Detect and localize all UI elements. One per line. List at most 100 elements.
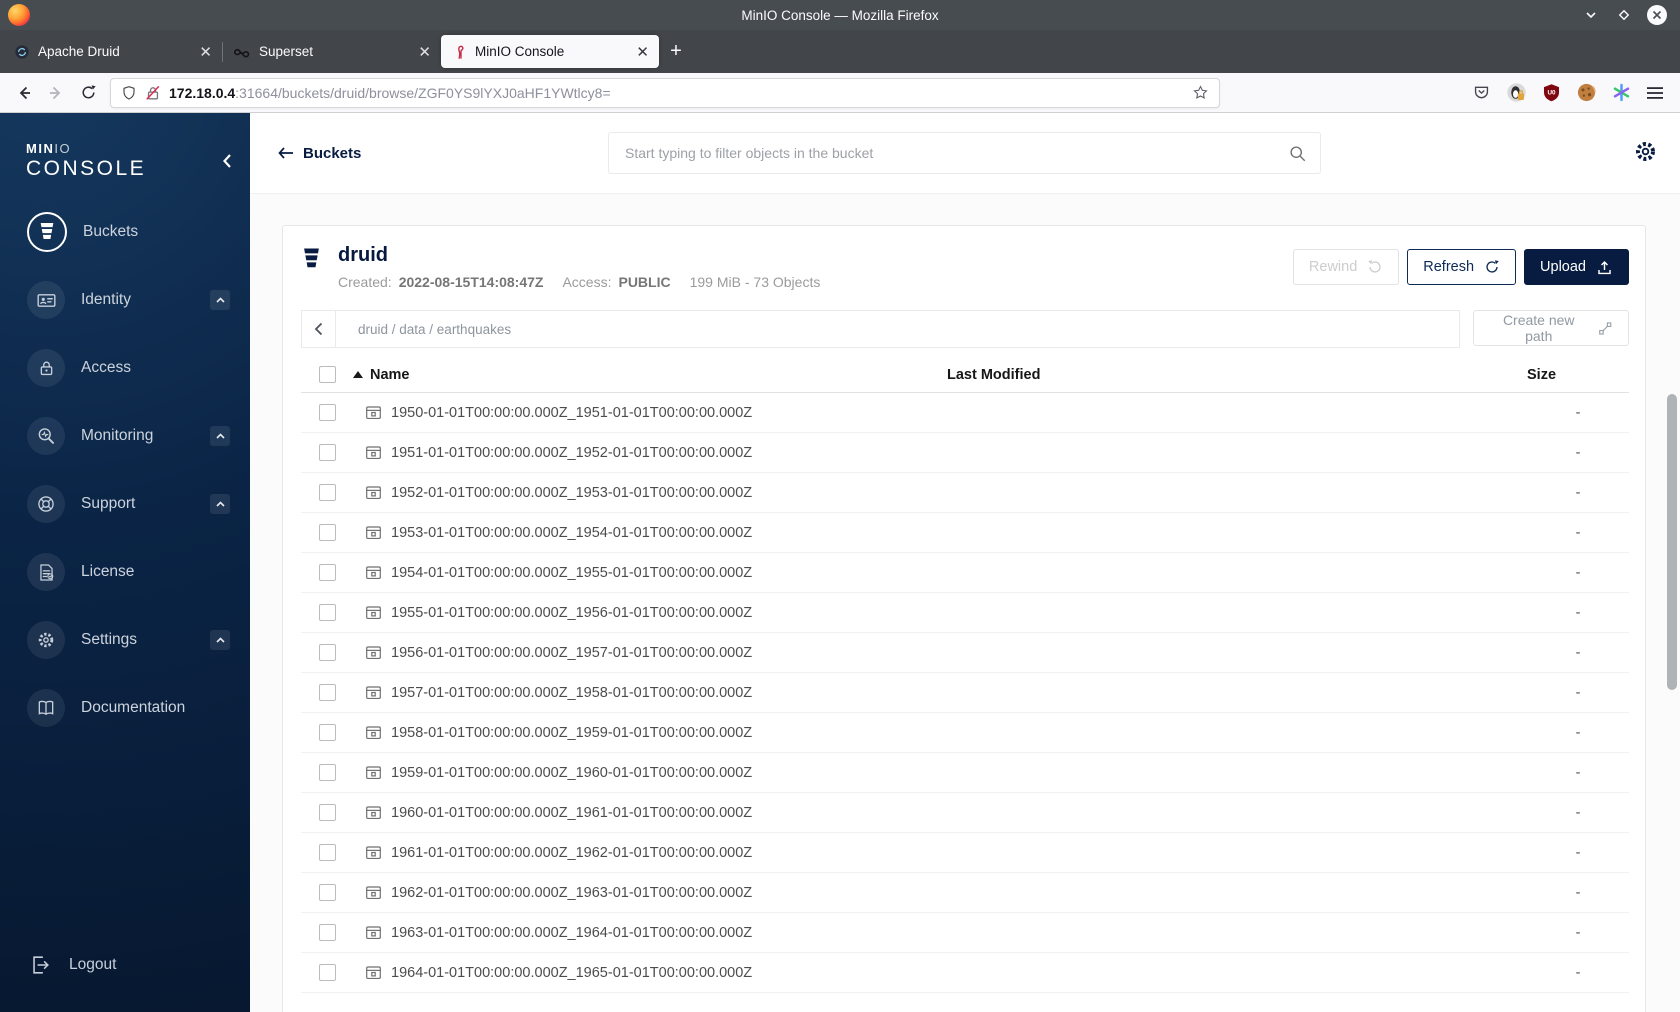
object-name: 1960-01-01T00:00:00.000Z_1961-01-01T00:0… (391, 804, 753, 821)
column-header-last-modified[interactable]: Last Modified (947, 367, 1527, 383)
table-row[interactable]: 1960-01-01T00:00:00.000Z_1961-01-01T00:0… (301, 793, 1629, 833)
tracking-shield-icon[interactable] (121, 85, 137, 101)
object-size: - (1575, 964, 1581, 981)
bucket-icon (27, 212, 67, 252)
path-bar: druid / data / earthquakes (301, 310, 1460, 348)
chevron-up-icon[interactable] (210, 426, 230, 446)
sidebar-item-logout[interactable]: Logout (29, 954, 116, 976)
row-checkbox[interactable] (319, 404, 336, 421)
bucket-browser-page: druid Created: 2022-08-15T14:08:47Z Acce… (250, 194, 1680, 1012)
ublock-icon[interactable]: U0 (1542, 83, 1561, 102)
row-checkbox[interactable] (319, 844, 336, 861)
window-minimize-icon[interactable] (1581, 5, 1601, 25)
table-row[interactable]: 1959-01-01T00:00:00.000Z_1960-01-01T00:0… (301, 753, 1629, 793)
table-row[interactable]: 1952-01-01T00:00:00.000Z_1953-01-01T00:0… (301, 473, 1629, 513)
reload-icon[interactable] (72, 78, 104, 108)
select-all-checkbox[interactable] (319, 366, 336, 383)
sidebar-collapse-icon[interactable] (222, 153, 232, 169)
column-header-name[interactable]: Name (370, 367, 410, 383)
sidebar-item-access[interactable]: Access (0, 334, 250, 402)
table-row[interactable]: 1964-01-01T00:00:00.000Z_1965-01-01T00:0… (301, 953, 1629, 993)
chevron-up-icon[interactable] (210, 290, 230, 310)
object-size: - (1575, 684, 1581, 701)
column-header-size[interactable]: Size (1527, 367, 1629, 383)
containers-asterisk-icon[interactable] (1612, 83, 1631, 102)
tab-close-icon[interactable]: ✕ (636, 43, 649, 61)
sidebar-item-license[interactable]: License (0, 538, 250, 606)
sidebar-item-monitoring[interactable]: Monitoring (0, 402, 250, 470)
table-row[interactable]: 1958-01-01T00:00:00.000Z_1959-01-01T00:0… (301, 713, 1629, 753)
row-checkbox[interactable] (319, 484, 336, 501)
table-row[interactable]: 1956-01-01T00:00:00.000Z_1957-01-01T00:0… (301, 633, 1629, 673)
table-row[interactable]: 1961-01-01T00:00:00.000Z_1962-01-01T00:0… (301, 833, 1629, 873)
url-bar[interactable]: 172.18.0.4:31664/buckets/druid/browse/ZG… (110, 77, 1220, 108)
row-checkbox[interactable] (319, 804, 336, 821)
sidebar-item-buckets[interactable]: Buckets (0, 198, 250, 266)
create-path-label: Create new path (1502, 312, 1575, 344)
tab-apache-druid[interactable]: Apache Druid ✕ (4, 35, 222, 68)
row-checkbox[interactable] (319, 604, 336, 621)
table-row[interactable]: 1955-01-01T00:00:00.000Z_1956-01-01T00:0… (301, 593, 1629, 633)
table-row[interactable]: 1954-01-01T00:00:00.000Z_1955-01-01T00:0… (301, 553, 1629, 593)
back-link-label: Buckets (303, 144, 362, 162)
tab-close-icon[interactable]: ✕ (418, 43, 431, 61)
superset-favicon (233, 48, 250, 57)
row-checkbox[interactable] (319, 884, 336, 901)
chevron-up-icon[interactable] (210, 494, 230, 514)
table-row[interactable]: 1951-01-01T00:00:00.000Z_1952-01-01T00:0… (301, 433, 1629, 473)
sort-asc-icon[interactable] (353, 371, 363, 378)
breadcrumb[interactable]: druid / data / earthquakes (336, 322, 511, 337)
table-row[interactable]: 1963-01-01T00:00:00.000Z_1964-01-01T00:0… (301, 913, 1629, 953)
sidebar-item-label: Documentation (81, 699, 186, 716)
search-input[interactable] (609, 145, 1289, 161)
row-checkbox[interactable] (319, 924, 336, 941)
row-checkbox[interactable] (319, 644, 336, 661)
row-checkbox[interactable] (319, 964, 336, 981)
page-header: Buckets (250, 113, 1680, 194)
back-icon[interactable] (8, 78, 40, 108)
row-checkbox[interactable] (319, 524, 336, 541)
table-row[interactable]: 1953-01-01T00:00:00.000Z_1954-01-01T00:0… (301, 513, 1629, 553)
refresh-button[interactable]: Refresh (1407, 249, 1517, 285)
table-row[interactable]: 1950-01-01T00:00:00.000Z_1951-01-01T00:0… (301, 393, 1629, 433)
row-checkbox[interactable] (319, 724, 336, 741)
pocket-icon[interactable] (1472, 83, 1491, 102)
tab-close-icon[interactable]: ✕ (199, 43, 212, 61)
window-maximize-icon[interactable] (1614, 5, 1634, 25)
tab-superset[interactable]: Superset ✕ (223, 35, 441, 68)
path-back-chevron-icon[interactable] (302, 311, 336, 347)
new-tab-button[interactable]: + (659, 35, 693, 68)
bookmark-star-icon[interactable] (1192, 84, 1209, 101)
create-new-path-button[interactable]: Create new path (1473, 310, 1629, 346)
table-row[interactable]: 1957-01-01T00:00:00.000Z_1958-01-01T00:0… (301, 673, 1629, 713)
object-size: - (1575, 724, 1581, 741)
page-scrollbar-thumb[interactable] (1667, 394, 1677, 690)
tab-minio-console[interactable]: MinIO Console ✕ (441, 35, 659, 68)
prefix-folder-icon (365, 484, 382, 501)
rewind-button[interactable]: Rewind (1292, 249, 1400, 285)
extension-penguin-icon[interactable] (1506, 82, 1527, 103)
hamburger-menu-icon[interactable] (1646, 84, 1664, 102)
sidebar-item-identity[interactable]: Identity (0, 266, 250, 334)
row-checkbox[interactable] (319, 444, 336, 461)
row-checkbox[interactable] (319, 564, 336, 581)
sidebar-item-label: Support (81, 495, 136, 512)
sidebar-item-support[interactable]: Support (0, 470, 250, 538)
cookie-icon[interactable] (1576, 82, 1597, 103)
object-size: - (1575, 924, 1581, 941)
insecure-lock-icon[interactable] (145, 85, 161, 101)
chevron-up-icon[interactable] (210, 630, 230, 650)
url-text: 172.18.0.4:31664/buckets/druid/browse/ZG… (169, 85, 611, 101)
table-row[interactable]: 1962-01-01T00:00:00.000Z_1963-01-01T00:0… (301, 873, 1629, 913)
forward-icon[interactable] (40, 78, 72, 108)
upload-button[interactable]: Upload (1524, 249, 1629, 285)
window-close-icon[interactable] (1647, 5, 1667, 25)
row-checkbox[interactable] (319, 684, 336, 701)
back-to-buckets-link[interactable]: Buckets (278, 113, 361, 193)
sidebar-item-settings[interactable]: Settings (0, 606, 250, 674)
row-checkbox[interactable] (319, 764, 336, 781)
tab-bar: Apache Druid ✕ Superset ✕ MinIO Console … (0, 30, 1680, 73)
gear-icon (27, 621, 65, 659)
page-settings-gear-icon[interactable] (1633, 139, 1658, 164)
sidebar-item-documentation[interactable]: Documentation (0, 674, 250, 742)
